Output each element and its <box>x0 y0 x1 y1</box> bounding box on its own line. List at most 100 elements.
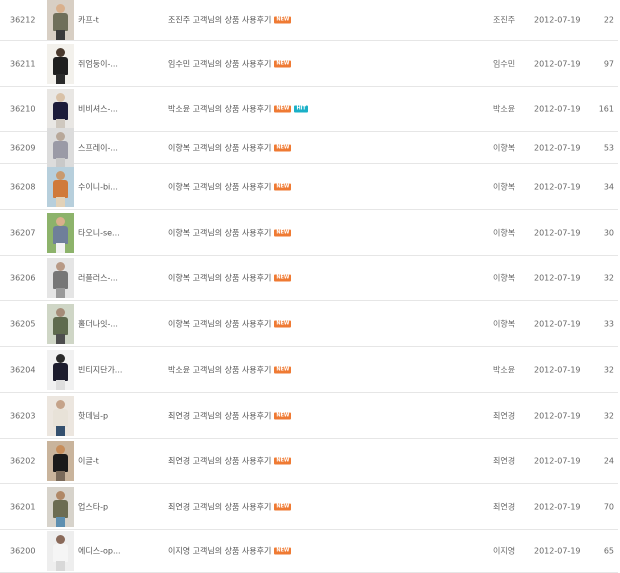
product-name-link[interactable]: 홀더나잇-... <box>78 318 158 329</box>
table-row: 36207 타오니-se... 이향복 고객님의 상품 사용후기 NEW 이향복 2012… <box>0 210 618 256</box>
product-thumbnail[interactable] <box>47 43 74 84</box>
view-count: 97 <box>603 59 614 68</box>
post-number: 36211 <box>10 59 36 68</box>
table-row: 36201 업스타-p 최연경 고객님의 상품 사용후기 NEW 최연경 2012-07-… <box>0 484 618 530</box>
product-name-link[interactable]: 비비셔스-... <box>78 104 158 115</box>
post-date: 2012-07-19 <box>534 104 581 114</box>
product-name-link[interactable]: 업스타-p <box>78 501 158 512</box>
product-name-link[interactable]: 카프-t <box>78 15 158 26</box>
post-date: 2012-07-19 <box>534 15 581 25</box>
review-subject-link[interactable]: 이향복 고객님의 상품 사용후기 NEW <box>168 181 292 192</box>
product-name-link[interactable]: 수이니-bi... <box>78 181 158 192</box>
product-thumbnail[interactable] <box>47 212 74 253</box>
product-thumbnail[interactable] <box>47 395 74 436</box>
review-subject-text: 최연경 고객님의 상품 사용후기 <box>168 456 272 466</box>
post-date: 2012-07-19 <box>534 502 581 511</box>
product-thumbnail[interactable] <box>47 303 74 344</box>
review-subject-link[interactable]: 이향복 고객님의 상품 사용후기 NEW <box>168 273 292 284</box>
post-number: 36206 <box>10 273 36 283</box>
post-number: 36208 <box>10 182 36 191</box>
product-thumbnail[interactable] <box>47 127 74 168</box>
product-thumbnail[interactable] <box>47 349 74 390</box>
review-subject-link[interactable]: 최연경 고객님의 상품 사용후기 NEW <box>168 410 292 421</box>
hit-badge: HIT <box>294 105 308 113</box>
post-number: 36204 <box>10 365 36 374</box>
view-count: 161 <box>598 104 614 114</box>
new-badge: NEW <box>274 16 292 24</box>
product-name-link[interactable]: 빈티지단가... <box>78 364 158 375</box>
review-subject-text: 최연경 고객님의 상품 사용후기 <box>168 411 272 420</box>
review-subject-link[interactable]: 최연경 고객님의 상품 사용후기 NEW <box>168 456 292 467</box>
new-badge: NEW <box>274 503 292 510</box>
new-badge: NEW <box>274 547 292 555</box>
view-count: 32 <box>603 273 614 283</box>
product-name-link[interactable]: 스프레이-... <box>78 142 158 153</box>
review-subject-link[interactable]: 박소윤 고객님의 상품 사용후기 NEW <box>168 364 292 375</box>
review-subject-link[interactable]: 이지영 고객님의 상품 사용후기 NEW <box>168 546 292 557</box>
table-row: 36208 수이니-bi... 이향복 고객님의 상품 사용후기 NEW 이향복 2012… <box>0 164 618 210</box>
review-subject-text: 임수민 고객님의 상품 사용후기 <box>168 59 272 68</box>
table-row: 36206 러플러스-... 이향복 고객님의 상품 사용후기 NEW 이향복 2012-… <box>0 256 618 301</box>
post-number: 36200 <box>10 546 36 556</box>
new-badge: NEW <box>274 457 292 465</box>
review-subject-link[interactable]: 이향복 고객님의 상품 사용후기 NEW <box>168 227 292 238</box>
review-subject-text: 조진주 고객님의 상품 사용후기 <box>168 15 272 25</box>
post-date: 2012-07-19 <box>534 182 581 191</box>
table-row: 36203 핫데님-p 최연경 고객님의 상품 사용후기 NEW 최연경 2012-07-… <box>0 393 618 439</box>
review-subject-text: 이향복 고객님의 상품 사용후기 <box>168 228 272 237</box>
writer-name: 이향복 <box>493 319 516 328</box>
writer-name: 박소윤 <box>493 365 516 374</box>
product-name-link[interactable]: 쥐엄둥이-... <box>78 58 158 69</box>
post-number: 36212 <box>10 15 36 25</box>
table-row: 36210 비비셔스-... 박소윤 고객님의 상품 사용후기 NEW HIT 박소윤 20… <box>0 87 618 132</box>
post-number: 36201 <box>10 502 36 511</box>
post-date: 2012-07-19 <box>534 59 581 68</box>
writer-name: 이지영 <box>493 546 516 556</box>
post-number: 36207 <box>10 228 36 237</box>
review-subject-link[interactable]: 이향복 고객님의 상품 사용후기 NEW <box>168 142 292 153</box>
review-subject-text: 이향복 고객님의 상품 사용후기 <box>168 273 272 283</box>
product-name-link[interactable]: 이글-t <box>78 456 158 467</box>
view-count: 34 <box>603 182 614 191</box>
writer-name: 최연경 <box>493 502 516 511</box>
post-number: 36209 <box>10 143 36 152</box>
view-count: 32 <box>603 365 614 374</box>
product-thumbnail[interactable] <box>47 89 74 129</box>
product-name-link[interactable]: 핫데님-p <box>78 410 158 421</box>
review-subject-link[interactable]: 임수민 고객님의 상품 사용후기 NEW <box>168 58 292 69</box>
new-badge: NEW <box>274 412 292 419</box>
product-name-link[interactable]: 러플러스-... <box>78 273 158 284</box>
new-badge: NEW <box>274 105 292 113</box>
product-thumbnail[interactable] <box>47 531 74 571</box>
writer-name: 이향복 <box>493 228 516 237</box>
product-name-link[interactable]: 타오니-se... <box>78 227 158 238</box>
product-thumbnail[interactable] <box>47 486 74 527</box>
post-date: 2012-07-19 <box>534 546 581 556</box>
review-subject-link[interactable]: 최연경 고객님의 상품 사용후기 NEW <box>168 501 292 512</box>
product-thumbnail[interactable] <box>47 258 74 298</box>
post-date: 2012-07-19 <box>534 143 581 152</box>
product-name-link[interactable]: 에디스-op... <box>78 546 158 557</box>
product-thumbnail[interactable] <box>47 0 74 40</box>
review-subject-link[interactable]: 박소윤 고객님의 상품 사용후기 NEW HIT <box>168 104 308 115</box>
table-row: 36212 카프-t 조진주 고객님의 상품 사용후기 NEW 조진주 2012-07-1… <box>0 0 618 41</box>
view-count: 32 <box>603 411 614 420</box>
writer-name: 이향복 <box>493 273 516 283</box>
new-badge: NEW <box>274 144 292 151</box>
writer-name: 최연경 <box>493 411 516 420</box>
product-thumbnail[interactable] <box>47 166 74 207</box>
new-badge: NEW <box>274 274 292 282</box>
new-badge: NEW <box>274 229 292 236</box>
review-subject-text: 이향복 고객님의 상품 사용후기 <box>168 182 272 191</box>
post-number: 36205 <box>10 319 36 328</box>
view-count: 33 <box>603 319 614 328</box>
post-number: 36203 <box>10 411 36 420</box>
post-date: 2012-07-19 <box>534 365 581 374</box>
new-badge: NEW <box>274 183 292 190</box>
review-subject-link[interactable]: 이향복 고객님의 상품 사용후기 NEW <box>168 318 292 329</box>
review-subject-link[interactable]: 조진주 고객님의 상품 사용후기 NEW <box>168 15 292 26</box>
table-row: 36205 홀더나잇-... 이향복 고객님의 상품 사용후기 NEW 이향복 2012-… <box>0 301 618 347</box>
product-thumbnail[interactable] <box>47 441 74 481</box>
post-date: 2012-07-19 <box>534 411 581 420</box>
view-count: 24 <box>603 456 614 466</box>
